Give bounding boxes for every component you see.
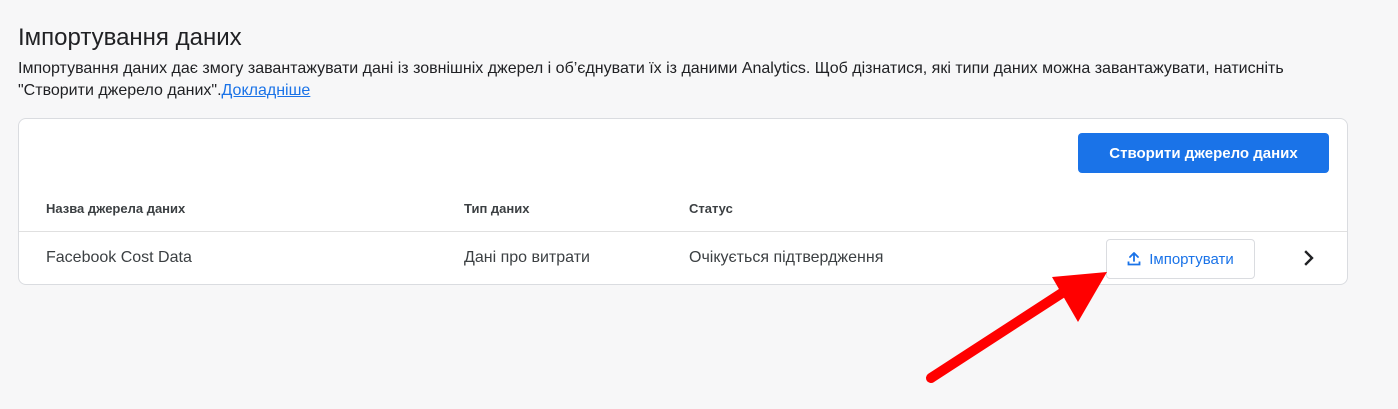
row-status-cell: Очікується підтвердження	[689, 249, 884, 266]
import-button[interactable]: Імпортувати	[1106, 239, 1255, 279]
page: Імпортування даних Імпортування даних да…	[0, 0, 1398, 409]
learn-more-link[interactable]: Докладніше	[222, 82, 311, 99]
upload-icon	[1127, 252, 1141, 266]
page-description: Імпортування даних дає змогу завантажува…	[18, 58, 1348, 102]
column-header-type: Тип даних	[464, 201, 530, 216]
data-sources-card: Створити джерело даних Назва джерела дан…	[18, 118, 1348, 285]
row-name-cell: Facebook Cost Data	[46, 249, 192, 266]
create-data-source-button[interactable]: Створити джерело даних	[1078, 133, 1329, 173]
column-header-name: Назва джерела даних	[46, 201, 186, 216]
column-header-status: Статус	[689, 201, 733, 216]
header-divider	[19, 231, 1347, 232]
description-text: Імпортування даних дає змогу завантажува…	[18, 60, 1284, 99]
row-type-cell: Дані про витрати	[464, 249, 590, 266]
chevron-right-icon[interactable]	[1299, 248, 1319, 268]
import-button-label: Імпортувати	[1149, 250, 1234, 268]
page-title: Імпортування даних	[18, 24, 242, 51]
